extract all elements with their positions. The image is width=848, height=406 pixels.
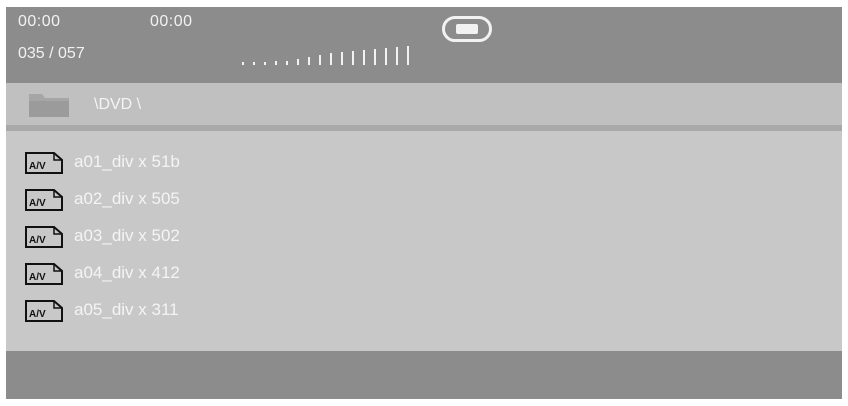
file-name: a01_div x 51b [74, 152, 180, 171]
file-name: a02_div x 505 [74, 189, 180, 208]
player-screen: 00:00 00:00 035 / 057 \DVD \ A/V a01_div… [6, 7, 842, 399]
volume-bar [341, 52, 343, 65]
total-time: 00:00 [150, 13, 193, 30]
track-counter: 035 / 057 [18, 45, 85, 62]
svg-text:A/V: A/V [29, 161, 46, 172]
volume-bar [396, 47, 398, 65]
volume-bar [308, 57, 310, 65]
media-mode-icon [442, 16, 492, 42]
volume-bar [264, 62, 266, 65]
svg-text:A/V: A/V [29, 309, 46, 320]
svg-text:A/V: A/V [29, 272, 46, 283]
volume-bar [374, 49, 376, 65]
volume-bar [352, 51, 354, 65]
av-file-icon: A/V [25, 226, 63, 248]
volume-level-icon [236, 43, 416, 65]
file-name: a03_div x 502 [74, 226, 180, 245]
volume-bar [253, 62, 255, 65]
av-file-icon: A/V [25, 263, 63, 285]
file-item[interactable]: A/V a03_div x 502 [6, 217, 606, 253]
volume-bar [363, 50, 365, 65]
status-header: 00:00 00:00 035 / 057 [6, 7, 842, 83]
volume-bar [385, 48, 387, 65]
av-file-icon: A/V [25, 189, 63, 211]
status-footer [6, 351, 842, 399]
file-item[interactable]: A/V a05_div x 311 [6, 291, 606, 327]
volume-bar [286, 61, 288, 65]
elapsed-time: 00:00 [18, 13, 61, 30]
file-name: a04_div x 412 [74, 263, 180, 282]
file-list: A/V a01_div x 51b A/V a02_div x 505 A/V … [6, 131, 842, 351]
folder-icon [29, 94, 69, 117]
volume-bar [407, 46, 409, 65]
volume-bar [330, 53, 332, 65]
file-item[interactable]: A/V a04_div x 412 [6, 254, 606, 290]
current-path: \DVD \ [94, 96, 142, 113]
file-item[interactable]: A/V a02_div x 505 [6, 180, 606, 216]
path-bar: \DVD \ [6, 83, 842, 125]
volume-bar [297, 59, 299, 65]
av-file-icon: A/V [25, 152, 63, 174]
file-name: a05_div x 311 [74, 300, 179, 319]
volume-bar [242, 62, 244, 65]
svg-text:A/V: A/V [29, 235, 46, 246]
volume-bar [319, 55, 321, 65]
volume-bar [275, 61, 277, 65]
file-item[interactable]: A/V a01_div x 51b [6, 143, 606, 179]
av-file-icon: A/V [25, 300, 63, 322]
svg-text:A/V: A/V [29, 198, 46, 209]
